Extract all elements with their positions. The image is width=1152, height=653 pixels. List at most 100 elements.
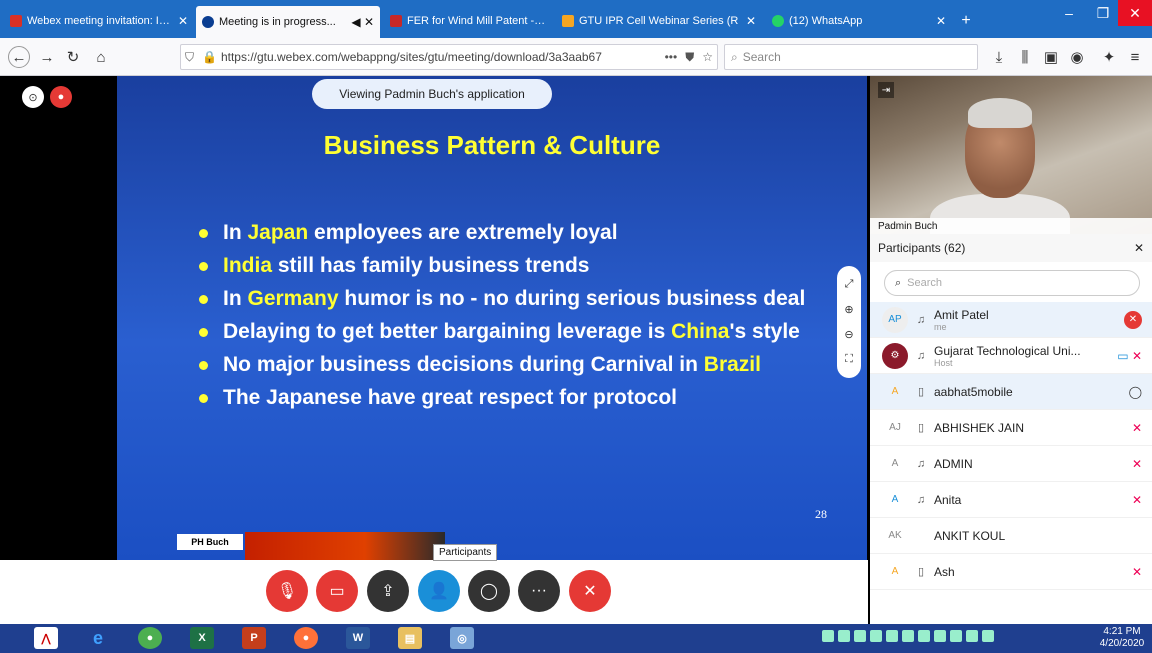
minimize-button[interactable]: –: [1052, 0, 1086, 26]
webex-taskbar-icon[interactable]: ◎: [450, 627, 474, 649]
pocket-icon[interactable]: ⛊: [685, 50, 694, 65]
bookmark-star-icon[interactable]: ☆: [702, 50, 713, 64]
mic-muted-icon[interactable]: ✕: [1112, 565, 1152, 579]
back-button[interactable]: ←: [8, 46, 30, 68]
browser-tab-strip: Webex meeting invitation: Imp ✕ Meeting …: [0, 0, 1152, 38]
participant-row[interactable]: A ▯ aabhat5mobile ◯: [870, 374, 1152, 410]
tray-icon[interactable]: [934, 630, 946, 642]
participant-row[interactable]: A ♫ Anita ✕: [870, 482, 1152, 518]
sidebar-icon[interactable]: ▣: [1040, 46, 1062, 68]
mic-muted-icon[interactable]: ✕: [1112, 421, 1152, 435]
share-button[interactable]: ⇪: [367, 570, 409, 612]
video-mic-icons[interactable]: ▭ ✕: [1112, 349, 1152, 363]
info-icon[interactable]: ⊙: [22, 86, 44, 108]
fit-icon[interactable]: ⛶: [845, 353, 853, 366]
page-actions-icon[interactable]: •••: [665, 50, 678, 64]
tray-icon[interactable]: [822, 630, 834, 642]
new-tab-button[interactable]: +: [954, 8, 978, 34]
navigation-bar: ← → ↻ ⌂ ⛉ 🔒 https://gtu.webex.com/webapp…: [0, 38, 1152, 76]
participant-row[interactable]: A ▯ Ash ✕: [870, 554, 1152, 590]
internet-explorer-icon[interactable]: e: [86, 627, 110, 649]
tray-icon[interactable]: [838, 630, 850, 642]
account-icon[interactable]: ◉: [1066, 46, 1088, 68]
pin-icon[interactable]: ⇥: [878, 82, 894, 98]
zoom-in-icon[interactable]: ⊕: [844, 303, 853, 316]
mic-muted-icon[interactable]: ✕: [1112, 457, 1152, 471]
file-explorer-icon[interactable]: ▤: [398, 627, 422, 649]
home-button[interactable]: ⌂: [90, 46, 112, 68]
tab-whatsapp[interactable]: (12) WhatsApp ✕: [766, 8, 952, 34]
search-bar[interactable]: ⌕ Search: [724, 44, 978, 70]
participants-button[interactable]: 👤: [418, 570, 460, 612]
participant-name: Ash: [934, 564, 955, 579]
participant-row[interactable]: AP ♫ Amit Patel me ✕: [870, 302, 1152, 338]
audio-close-icon[interactable]: ◀ ✕: [351, 15, 374, 29]
participants-header: Participants (62) ✕: [870, 234, 1152, 262]
close-tab-icon[interactable]: ✕: [178, 14, 188, 28]
url-text: https://gtu.webex.com/webappng/sites/gtu…: [220, 50, 602, 64]
acrobat-icon[interactable]: ⋀: [34, 627, 58, 649]
participant-name: Amit Patel me: [934, 307, 989, 332]
library-icon[interactable]: ⫼: [1014, 46, 1036, 68]
record-icon[interactable]: ●: [50, 86, 72, 108]
video-button[interactable]: ▭: [316, 570, 358, 612]
reload-button[interactable]: ↻: [62, 46, 84, 68]
tray-icon[interactable]: [918, 630, 930, 642]
close-tab-icon[interactable]: ✕: [746, 14, 756, 28]
firefox-taskbar-icon[interactable]: ●: [294, 627, 318, 649]
more-button[interactable]: ···: [518, 570, 560, 612]
menu-icon[interactable]: ≡: [1124, 46, 1146, 68]
slide-bullet: In Japan employees are extremely loyal: [197, 221, 837, 244]
recording-indicator[interactable]: ⊙ ●: [22, 86, 78, 112]
whatsapp-icon: [772, 15, 784, 27]
close-window-button[interactable]: ✕: [1118, 0, 1152, 26]
lock-icon[interactable]: 🔒: [202, 50, 217, 64]
phone-icon: ▯: [917, 386, 925, 398]
extensions-icon[interactable]: ✦: [1098, 46, 1120, 68]
tab-gtu-ipr[interactable]: GTU IPR Cell Webinar Series (R ✕: [556, 8, 762, 34]
tray-icon[interactable]: [902, 630, 914, 642]
shield-icon[interactable]: ⛉: [185, 50, 194, 65]
mute-button[interactable]: 🎙: [266, 570, 308, 612]
phone-icon: ▯: [917, 566, 925, 578]
tray-icon[interactable]: [950, 630, 962, 642]
tab-label: FER for Wind Mill Patent - amit: [407, 15, 548, 27]
word-icon[interactable]: W: [346, 627, 370, 649]
tray-icon[interactable]: [966, 630, 978, 642]
tray-icon[interactable]: [886, 630, 898, 642]
participant-row[interactable]: AK ANKIT KOUL: [870, 518, 1152, 554]
chat-button[interactable]: ◯: [468, 570, 510, 612]
mic-muted-icon[interactable]: ✕: [1112, 310, 1152, 329]
forward-button[interactable]: →: [36, 46, 58, 68]
participant-row[interactable]: AJ ▯ ABHISHEK JAIN ✕: [870, 410, 1152, 446]
download-icon[interactable]: ⤓: [988, 46, 1010, 68]
tab-meeting[interactable]: Meeting is in progress... ◀ ✕: [196, 6, 380, 38]
expand-icon[interactable]: ⤢: [845, 278, 854, 291]
close-panel-icon[interactable]: ✕: [1134, 241, 1144, 255]
tray-icon[interactable]: [870, 630, 882, 642]
slide-footer-label: PH Buch: [177, 534, 243, 550]
participants-search-input[interactable]: ⌕ Search: [884, 270, 1140, 296]
leave-button[interactable]: ✕: [569, 570, 611, 612]
volume-icon[interactable]: [982, 630, 994, 642]
participants-search-placeholder: Search: [907, 277, 943, 289]
participant-row[interactable]: ⚙ ♫ Gujarat Technological Uni... Host ▭ ✕: [870, 338, 1152, 374]
participant-name: aabhat5mobile: [934, 384, 1013, 399]
slide-bullet: Delaying to get better bargaining levera…: [197, 320, 837, 343]
close-tab-icon[interactable]: ✕: [936, 14, 946, 28]
powerpoint-icon[interactable]: P: [242, 627, 266, 649]
clock[interactable]: 4:21 PM 4/20/2020: [1092, 626, 1152, 650]
screen: Webex meeting invitation: Imp ✕ Meeting …: [0, 0, 1152, 653]
participant-row[interactable]: A ♫ ADMIN ✕: [870, 446, 1152, 482]
zoom-out-icon[interactable]: ⊖: [844, 328, 853, 341]
tab-fer-patent[interactable]: FER for Wind Mill Patent - amit: [384, 8, 554, 34]
mic-muted-icon[interactable]: ✕: [1112, 493, 1152, 507]
tab-webex-invitation[interactable]: Webex meeting invitation: Imp ✕: [4, 8, 194, 34]
chat-icon[interactable]: ◯: [1112, 385, 1152, 399]
maximize-button[interactable]: ❐: [1086, 0, 1120, 26]
tray-icon[interactable]: [854, 630, 866, 642]
search-placeholder: Search: [742, 50, 781, 64]
chrome-icon[interactable]: ●: [138, 627, 162, 649]
address-bar[interactable]: ⛉ 🔒 https://gtu.webex.com/webappng/sites…: [180, 44, 718, 70]
excel-icon[interactable]: X: [190, 627, 214, 649]
